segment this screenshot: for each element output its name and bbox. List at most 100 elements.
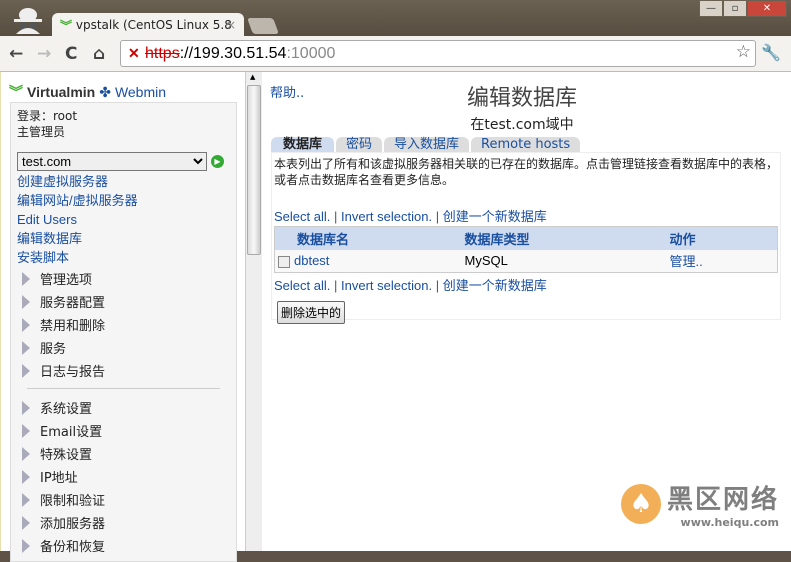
divider [27,388,220,389]
expand-triangle-icon [22,515,30,530]
reload-icon[interactable]: C [65,44,77,64]
main-frame: 帮助.. 编辑数据库 在test.com域中 数据库 密码 导入数据库 Remo… [262,72,791,551]
close-tab-icon[interactable]: × [226,18,236,32]
category-label: 限制和验证 [40,494,106,509]
home-icon[interactable]: ⌂ [93,44,105,64]
virtualmin-logo-icon: ︾ [9,84,23,100]
sidebar-category[interactable]: 禁用和删除 [17,313,230,336]
go-icon[interactable]: ▶ [211,155,224,168]
expand-triangle-icon [22,538,30,553]
new-tab-button[interactable] [247,18,279,34]
category-label: 管理选项 [40,273,93,288]
expand-triangle-icon [22,340,30,355]
table-row: dbtest MySQL 管理.. [274,249,778,273]
sidebar-category[interactable]: IP地址 [17,465,230,488]
left-frame-scrollbar[interactable]: ▲ [245,72,262,551]
tab-title: vpstalk (CentOS Linux 5.8 [75,18,232,32]
edit-databases-link[interactable]: 编辑数据库 [17,229,230,248]
expand-triangle-icon [22,317,30,332]
tab-remote-hosts[interactable]: Remote hosts [471,137,581,152]
webmin-logo-icon: ✤ [99,83,111,100]
category-label: 特殊设置 [40,448,93,463]
scroll-up-icon[interactable]: ▲ [250,73,255,81]
expand-triangle-icon [22,294,30,309]
virtualmin-icon: ︾ [60,18,73,33]
tab-password[interactable]: 密码 [336,137,383,152]
column-header-type: 数据库类型 [464,226,670,250]
install-scripts-link[interactable]: 安装脚本 [17,248,230,267]
watermark-logo-icon: ♠ [620,484,661,524]
category-label: IP地址 [40,471,78,486]
database-type: MySQL [464,249,670,273]
sidebar-category[interactable]: 添加服务器 [17,511,230,534]
database-table: 数据库名 数据库类型 动作 dbtest MySQL 管理.. [274,226,778,273]
category-label: 系统设置 [40,402,93,417]
delete-selected-button[interactable]: 删除选中的 [277,301,346,324]
scroll-thumb[interactable] [247,85,261,255]
domain-select[interactable]: test.com [17,152,207,171]
expand-triangle-icon [22,363,30,378]
watermark-name: 黑区网络 [666,485,779,515]
watermark-url: www.heiqu.com [680,516,779,529]
url-protocol: https [145,45,180,62]
description: 本表列出了所有和该虚拟服务器相关联的已存在的数据库。点击管理链接查看数据库中的表… [274,157,779,187]
sidebar-category[interactable]: 特殊设置 [17,442,230,465]
webmin-link[interactable]: Webmin [115,84,166,100]
expand-triangle-icon [22,446,30,461]
page-title: 编辑数据库 [466,86,577,111]
title-bar: ︾ vpstalk (CentOS Linux 5.8 × — ▫ ✕ [0,0,791,37]
category-label: 服务 [40,342,67,357]
database-name-link[interactable]: dbtest [294,253,329,268]
page-subtitle: 在test.com域中 [470,117,574,133]
left-frame: ︾ Virtualmin ✤ Webmin 登录：root 主管理员 test.com… [0,72,245,562]
sidebar: 登录：root 主管理员 test.com ▶ 创建虚拟服务器 编辑网站/虚拟服务… [10,102,237,562]
expand-triangle-icon [22,492,30,507]
invert-selection-link-bottom[interactable]: Invert selection. [341,278,432,293]
sidebar-category[interactable]: Email设置 [17,419,230,442]
back-icon[interactable]: ← [9,44,23,64]
sidebar-category[interactable]: 日志与报告 [17,359,230,382]
category-label: 备份和恢复 [40,540,106,555]
column-header-name: 数据库名 [274,226,465,250]
url-host: ://199.30.51.54 [179,45,287,62]
forward-icon[interactable]: → [37,44,51,64]
tab-panel: 本表列出了所有和该虚拟服务器相关联的已存在的数据库。点击管理链接查看数据库中的表… [271,152,781,324]
wrench-icon[interactable]: 🔧 [761,43,781,62]
virtualmin-link[interactable]: Virtualmin [27,84,95,100]
category-label: 服务器配置 [40,296,106,311]
edit-server-link[interactable]: 编辑网站/虚拟服务器 [17,191,230,210]
login-info: 登录：root [17,109,78,123]
close-window-button[interactable]: ✕ [747,0,787,17]
manage-link[interactable]: 管理.. [670,254,703,269]
row-checkbox[interactable] [278,255,290,268]
create-database-link[interactable]: 创建一个新数据库 [443,209,547,224]
category-label: 日志与报告 [40,365,106,380]
tab-databases[interactable]: 数据库 [271,137,335,152]
create-database-link-bottom[interactable]: 创建一个新数据库 [443,278,547,293]
minimize-button[interactable]: — [699,0,723,17]
category-label: 添加服务器 [40,517,106,532]
insecure-icon: ✕ [128,45,140,61]
edit-users-link[interactable]: Edit Users [17,210,230,229]
column-header-action: 动作 [669,226,778,250]
role-info: 主管理员 [17,125,66,139]
select-all-link-bottom[interactable]: Select all. [274,278,330,293]
url-port: :10000 [286,45,336,62]
browser-tab[interactable]: ︾ vpstalk (CentOS Linux 5.8 × [52,13,244,37]
expand-triangle-icon [22,423,30,438]
sidebar-category[interactable]: 服务 [17,336,230,359]
sidebar-category[interactable]: 服务器配置 [17,290,230,313]
bookmark-star-icon[interactable]: ☆ [736,42,751,62]
sidebar-category[interactable]: 管理选项 [17,267,230,290]
sidebar-category[interactable]: 备份和恢复 [17,534,230,557]
create-server-link[interactable]: 创建虚拟服务器 [17,172,230,191]
category-label: 禁用和删除 [40,319,106,334]
maximize-button[interactable]: ▫ [723,0,747,17]
incognito-icon [14,8,42,34]
sidebar-category[interactable]: 限制和验证 [17,488,230,511]
tab-import-database[interactable]: 导入数据库 [384,137,470,152]
sidebar-category[interactable]: 系统设置 [17,396,230,419]
address-bar[interactable]: ✕ https://199.30.51.54:10000 [120,40,756,67]
invert-selection-link[interactable]: Invert selection. [341,209,432,224]
select-all-link[interactable]: Select all. [274,209,330,224]
